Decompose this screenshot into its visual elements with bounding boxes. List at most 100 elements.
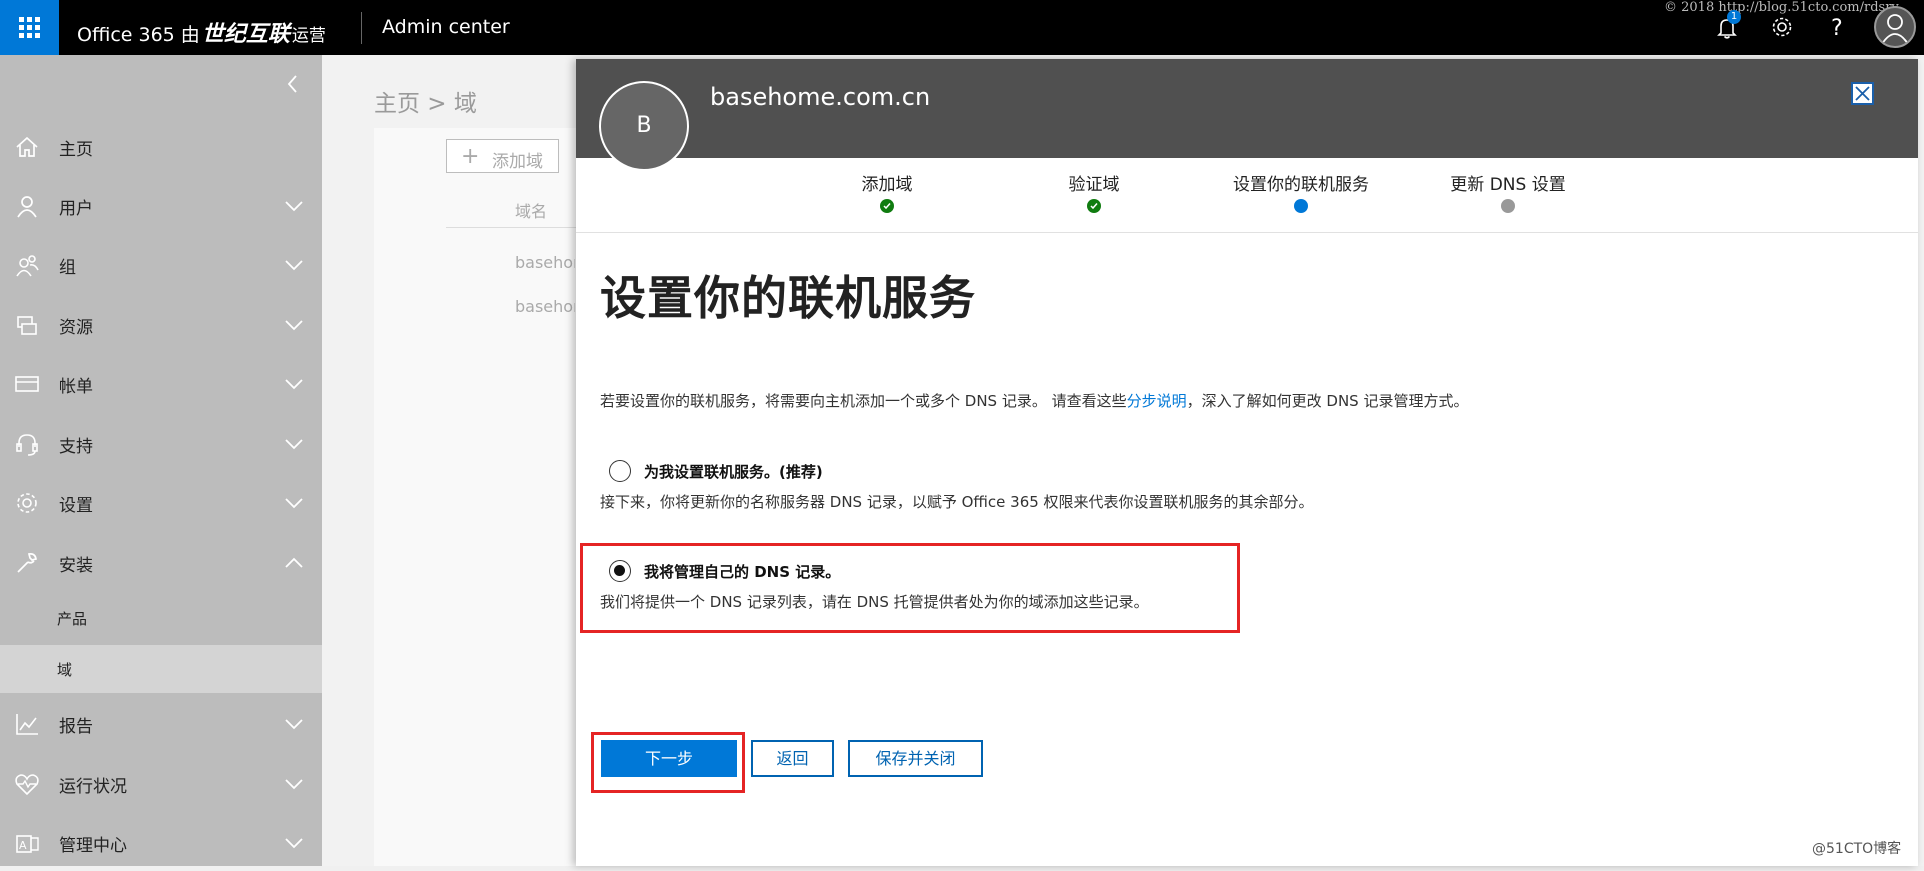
- wrench-icon: [17, 553, 37, 573]
- wizard-domain-name: basehome.com.cn: [710, 83, 931, 111]
- save-and-close-button[interactable]: 保存并关闭: [848, 740, 983, 777]
- notification-badge: 1: [1727, 10, 1741, 24]
- nav-item-admin-centers[interactable]: A 管理中心: [0, 813, 322, 871]
- step-complete-check-icon: [880, 199, 894, 213]
- nav-label-home: 主页: [59, 140, 93, 160]
- domain-row[interactable]: basehome.partner.onmschina.cn: [515, 297, 575, 316]
- close-button[interactable]: [1851, 82, 1874, 105]
- chevron-down-icon: [285, 320, 303, 331]
- intro-text-start: 若要设置你的联机服务，将需要向主机添加一个或多个 DNS 记录。 请查看这些: [600, 392, 1127, 410]
- step-add-domain: 添加域: [787, 170, 987, 213]
- gear-icon: [17, 493, 37, 513]
- header-divider: [361, 12, 362, 44]
- chevron-down-icon: [285, 779, 303, 790]
- nav-item-billing[interactable]: 帐单: [0, 354, 322, 412]
- headset-icon: [16, 434, 38, 456]
- chart-icon: [16, 714, 38, 735]
- option-manage-dns-title[interactable]: 我将管理自己的 DNS 记录。: [644, 561, 840, 582]
- page-title: 设置你的联机服务: [600, 271, 976, 325]
- step-update-dns: 更新 DNS 设置: [1408, 170, 1608, 213]
- close-icon: [1855, 86, 1870, 101]
- nav-item-users[interactable]: 用户: [0, 176, 322, 234]
- nav-label-setup: 安装: [59, 556, 93, 576]
- user-avatar[interactable]: [1874, 6, 1916, 48]
- chevron-down-icon: [285, 498, 303, 509]
- back-button[interactable]: 返回: [751, 740, 834, 777]
- column-header-divider: [446, 227, 586, 228]
- resources-icon: [17, 316, 37, 335]
- nav-label-resources: 资源: [59, 318, 93, 338]
- user-icon: [17, 196, 37, 218]
- domain-row[interactable]: basehome.com.cn: [515, 253, 575, 272]
- domain-setup-wizard: basehome.com.cn B 添加域 验证域 设置你的联机服务 更新 DN…: [576, 59, 1918, 866]
- brand-name[interactable]: Office 365 由世纪互联 运营: [77, 16, 326, 48]
- nav-item-groups[interactable]: 组: [0, 235, 322, 293]
- step-by-step-link[interactable]: 分步说明: [1127, 392, 1187, 410]
- add-domain-label: 添加域: [492, 152, 543, 172]
- add-domain-button[interactable]: + 添加域: [446, 139, 559, 173]
- nav-subitem-domains[interactable]: 域: [0, 645, 322, 693]
- step-label: 验证域: [1068, 175, 1120, 195]
- nav-item-setup[interactable]: 安装: [0, 533, 322, 591]
- plus-icon: +: [461, 144, 480, 169]
- chevron-down-icon: [285, 260, 303, 271]
- brand-prefix: Office 365 由: [77, 24, 200, 46]
- nav-label-reports: 报告: [59, 717, 93, 737]
- chevron-down-icon: [285, 439, 303, 450]
- intro-text: 若要设置你的联机服务，将需要向主机添加一个或多个 DNS 记录。 请查看这些分步…: [600, 390, 1468, 411]
- next-button[interactable]: 下一步: [601, 740, 737, 777]
- wizard-header: basehome.com.cn: [576, 59, 1918, 158]
- svg-text:?: ?: [1831, 16, 1843, 41]
- steps-divider: [576, 232, 1918, 233]
- nav-item-support[interactable]: 支持: [0, 414, 322, 472]
- intro-text-end: ，深入了解如何更改 DNS 记录管理方式。: [1186, 392, 1469, 410]
- nav-label-health: 运行状况: [59, 777, 127, 797]
- nav-item-settings[interactable]: 设置: [0, 473, 322, 531]
- option-setup-for-me-description: 接下来，你将更新你的名称服务器 DNS 记录，以赋予 Office 365 权限…: [600, 493, 1314, 511]
- step-current-dot-icon: [1294, 199, 1308, 213]
- step-label: 更新 DNS 设置: [1450, 175, 1566, 195]
- app-title[interactable]: Admin center: [382, 16, 510, 38]
- nav-item-health[interactable]: 运行状况: [0, 754, 322, 812]
- red-highlight-box: [580, 543, 1240, 633]
- settings-gear-icon[interactable]: [1767, 12, 1797, 42]
- option-setup-for-me-radio[interactable]: [609, 460, 631, 482]
- admin-center-icon: A: [16, 835, 39, 853]
- column-header-domain-name[interactable]: 域名: [515, 198, 547, 222]
- nav-label-domains: 域: [57, 661, 73, 679]
- home-icon: [16, 136, 38, 157]
- nav-label-products: 产品: [57, 610, 88, 628]
- nav-label-admin-centers: 管理中心: [59, 836, 127, 856]
- collapse-nav-chevron-left-icon[interactable]: [284, 73, 302, 95]
- step-complete-check-icon: [1087, 199, 1101, 213]
- step-verify-domain: 验证域: [994, 170, 1194, 213]
- chevron-up-icon: [285, 557, 303, 568]
- heart-icon: [15, 774, 39, 796]
- nav-label-users: 用户: [59, 199, 93, 219]
- step-setup-online-services: 设置你的联机服务: [1201, 170, 1401, 213]
- nav-subitem-products[interactable]: 产品: [0, 594, 322, 642]
- group-icon: [16, 255, 39, 277]
- nav-label-billing: 帐单: [59, 377, 93, 397]
- step-label: 设置你的联机服务: [1233, 175, 1369, 195]
- brand-suffix: 运营: [291, 26, 326, 46]
- help-icon[interactable]: ?: [1822, 12, 1852, 42]
- nav-item-resources[interactable]: 资源: [0, 295, 322, 353]
- footer-watermark: @51CTO博客: [1812, 841, 1902, 857]
- nav-item-home[interactable]: 主页: [0, 117, 322, 175]
- app-launcher-button[interactable]: [0, 0, 59, 55]
- svg-text:A: A: [19, 839, 27, 852]
- nav-label-settings: 设置: [59, 496, 93, 516]
- option-manage-dns-description: 我们将提供一个 DNS 记录列表，请在 DNS 托管提供者处为你的域添加这些记录…: [600, 593, 1149, 611]
- step-pending-dot-icon: [1501, 199, 1515, 213]
- brand-partner: 世纪互联: [201, 22, 290, 47]
- option-manage-dns-radio[interactable]: [609, 560, 631, 582]
- breadcrumb[interactable]: 主页 > 域: [374, 84, 477, 118]
- nav-item-reports[interactable]: 报告: [0, 694, 322, 752]
- radio-selected-dot: [614, 565, 625, 576]
- chevron-down-icon: [285, 201, 303, 212]
- chevron-down-icon: [285, 719, 303, 730]
- step-label: 添加域: [861, 175, 913, 195]
- domains-panel: [374, 128, 594, 866]
- option-setup-for-me-title[interactable]: 为我设置联机服务。(推荐): [644, 461, 823, 482]
